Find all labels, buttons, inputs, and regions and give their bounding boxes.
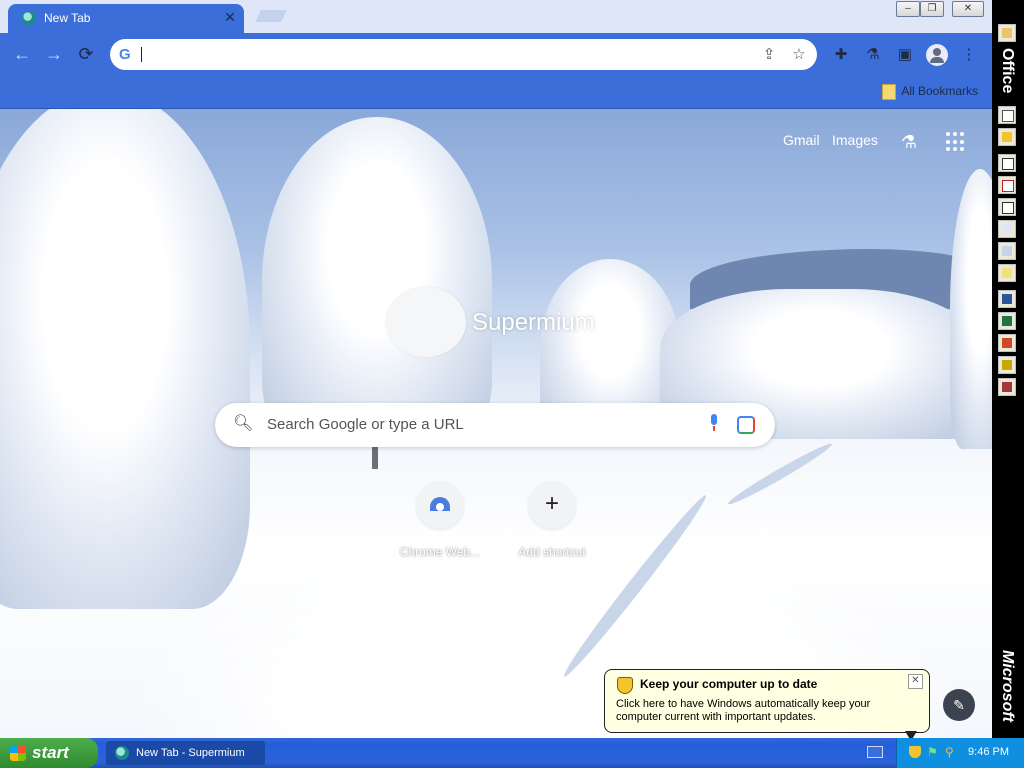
- open-document-icon[interactable]: [998, 128, 1016, 146]
- snowy-tree-left: [0, 109, 250, 609]
- shortcut-tile: +: [528, 481, 576, 529]
- back-icon[interactable]: ←: [10, 43, 34, 67]
- menu-kebab-icon[interactable]: ⋮: [958, 44, 980, 66]
- bookmark-star-icon[interactable]: ☆: [789, 45, 809, 65]
- excel-icon[interactable]: [998, 312, 1016, 330]
- supermium-favicon-icon: [22, 11, 36, 25]
- supermium-favicon-icon: [115, 746, 129, 760]
- tab-new-tab[interactable]: New Tab ✕: [8, 4, 244, 33]
- footprint-track-far: [725, 439, 835, 509]
- contacts-icon[interactable]: [998, 220, 1016, 238]
- search-labs-icon[interactable]: ⚗: [898, 131, 920, 153]
- images-link[interactable]: Images: [832, 132, 878, 148]
- shortcut-tile: [416, 481, 464, 529]
- tab-close-icon[interactable]: ✕: [222, 9, 238, 25]
- start-button[interactable]: start: [0, 738, 98, 768]
- plus-icon: +: [544, 490, 559, 517]
- minimize-button[interactable]: –: [896, 1, 920, 17]
- new-tab-page: Gmail Images ⚗ Supermium 🔍︎ Search Googl…: [0, 109, 992, 738]
- labs-flask-icon[interactable]: ⚗: [862, 44, 884, 66]
- publisher-icon[interactable]: [998, 356, 1016, 374]
- journal-icon[interactable]: [998, 242, 1016, 260]
- folder-icon: [882, 84, 896, 100]
- google-g-icon: G: [119, 46, 131, 63]
- forward-icon[interactable]: →: [42, 43, 66, 67]
- search-icon: 🔍︎: [233, 415, 254, 432]
- reload-icon[interactable]: ⟳: [74, 43, 98, 67]
- office-label: Office: [999, 48, 1016, 94]
- search-placeholder: Search Google or type a URL: [267, 416, 464, 433]
- logo-text: Supermium: [472, 309, 595, 336]
- snowy-tree-edge: [950, 169, 992, 449]
- word-icon[interactable]: [998, 290, 1016, 308]
- voice-search-icon[interactable]: [709, 414, 719, 432]
- office-folder-icon[interactable]: [998, 24, 1016, 42]
- bookmarks-bar: All Bookmarks: [0, 76, 992, 109]
- taskbar-item-supermium[interactable]: New Tab - Supermium: [106, 741, 265, 765]
- microsoft-label: Microsoft: [999, 650, 1016, 722]
- address-input[interactable]: [144, 45, 748, 65]
- start-label: start: [32, 743, 69, 762]
- access-icon[interactable]: [998, 378, 1016, 396]
- all-bookmarks-button[interactable]: All Bookmarks: [901, 84, 978, 98]
- extensions-icon[interactable]: ✚: [830, 44, 852, 66]
- update-notification-balloon[interactable]: Keep your computer up to date ✕ Click he…: [604, 669, 930, 741]
- google-apps-icon[interactable]: [946, 132, 966, 152]
- tasks-icon[interactable]: [998, 198, 1016, 216]
- search-tray-icon[interactable]: ⚲: [945, 746, 957, 758]
- tab-strip: New Tab ✕ – ❐ ✕: [0, 0, 992, 33]
- lens-search-icon[interactable]: [737, 416, 755, 434]
- shortcut-label: Chrome Web...: [399, 545, 481, 559]
- taskbar-item-label: New Tab - Supermium: [136, 747, 245, 759]
- restore-button[interactable]: ❐: [920, 1, 944, 17]
- profile-avatar-icon[interactable]: [926, 44, 948, 66]
- new-tab-button[interactable]: [255, 10, 287, 22]
- gmail-link[interactable]: Gmail: [783, 132, 820, 148]
- calendar-icon[interactable]: [998, 176, 1016, 194]
- windows-security-shield-icon: [617, 677, 633, 694]
- side-panel-icon[interactable]: ▣: [894, 44, 916, 66]
- powerpoint-icon[interactable]: [998, 334, 1016, 352]
- office-shortcut-bar: Office Microsoft: [992, 0, 1024, 738]
- search-box[interactable]: 🔍︎ Search Google or type a URL: [215, 403, 775, 447]
- add-shortcut-button[interactable]: + Add shortcut: [502, 481, 602, 559]
- clock[interactable]: 9:46 PM: [968, 746, 1009, 758]
- address-bar[interactable]: G ⇪ ☆: [110, 39, 817, 70]
- new-document-icon[interactable]: [998, 106, 1016, 124]
- keyboard-icon[interactable]: [867, 746, 883, 758]
- system-tray: ⚑ ⚲ 9:46 PM: [896, 738, 1024, 768]
- shortcut-chrome-web-store[interactable]: Chrome Web...: [390, 481, 490, 559]
- text-caret: [141, 47, 142, 62]
- browser-toolbar: ← → ⟳ G ⇪ ☆ ✚ ⚗ ▣ ⋮: [0, 33, 992, 76]
- tab-title: New Tab: [44, 11, 91, 25]
- balloon-title: Keep your computer up to date: [640, 677, 818, 691]
- balloon-body: Click here to have Windows automatically…: [616, 698, 871, 723]
- taskbar: start New Tab - Supermium ⚑ ⚲ 9:46 PM: [0, 738, 1024, 768]
- notes-icon[interactable]: [998, 264, 1016, 282]
- share-icon[interactable]: ⇪: [759, 45, 779, 65]
- balloon-close-button[interactable]: ✕: [908, 674, 923, 689]
- chrome-web-store-icon: [430, 497, 450, 511]
- close-window-button[interactable]: ✕: [952, 1, 984, 17]
- security-shield-icon[interactable]: [909, 746, 921, 758]
- network-icon[interactable]: ⚑: [927, 746, 939, 758]
- customize-pencil-icon[interactable]: ✎: [943, 689, 975, 721]
- supermium-logo: [386, 287, 466, 357]
- snowy-tree-center: [262, 117, 492, 447]
- mail-icon[interactable]: [998, 154, 1016, 172]
- windows-logo-icon: [10, 745, 26, 761]
- shortcut-label: Add shortcut: [518, 545, 586, 559]
